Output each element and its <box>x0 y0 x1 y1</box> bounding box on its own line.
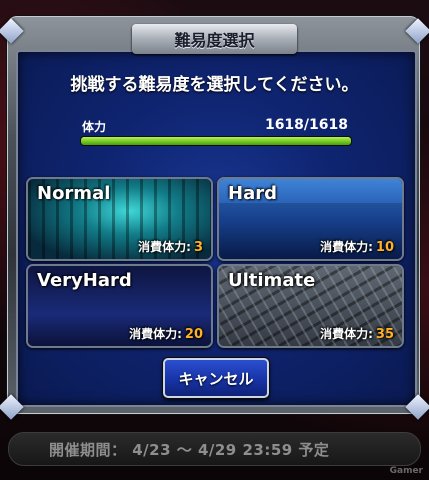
cancel-button-label: キャンセル <box>178 369 254 388</box>
difficulty-card-normal[interactable]: Normal 消費体力: 3 <box>26 177 213 261</box>
difficulty-name: Normal <box>37 183 111 204</box>
stamina-cost-label: 消費体力: <box>320 240 373 254</box>
dialog-title: 難易度選択 <box>174 31 255 50</box>
cancel-button[interactable]: キャンセル <box>163 358 269 398</box>
stamina-cost-value: 20 <box>184 327 203 342</box>
difficulty-card-hard[interactable]: Hard 消費体力: 10 <box>217 177 404 261</box>
stamina-cost-label: 消費体力: <box>129 327 182 341</box>
stamina-cost-value: 10 <box>375 240 394 255</box>
dialog-title-bar: 難易度選択 <box>132 24 297 54</box>
select-prompt: 挑戦する難易度を選択してください。 <box>70 75 359 95</box>
difficulty-card-veryhard[interactable]: VeryHard 消費体力: 20 <box>26 264 213 348</box>
stamina-cost-label: 消費体力: <box>320 327 373 341</box>
stamina-cost-value: 35 <box>375 327 394 342</box>
stamina-cost: 消費体力: 20 <box>129 325 203 342</box>
stamina-cost-value: 3 <box>193 240 203 255</box>
stamina-bar <box>80 136 352 146</box>
stamina-cost: 消費体力: 10 <box>320 238 394 255</box>
difficulty-name: Hard <box>228 183 277 204</box>
watermark-logo: Gamer <box>389 466 423 476</box>
difficulty-name: Ultimate <box>228 270 316 291</box>
difficulty-card-ultimate[interactable]: Ultimate 消費体力: 35 <box>217 264 404 348</box>
event-period-text: 開催期間： 4/23 〜 4/29 23:59 予定 <box>49 440 330 459</box>
stamina-cost: 消費体力: 35 <box>320 325 394 342</box>
stamina-bar-fill <box>81 137 351 145</box>
event-period-bar: 開催期間： 4/23 〜 4/29 23:59 予定 <box>8 432 421 466</box>
stamina-cost: 消費体力: 3 <box>138 238 203 255</box>
stamina-value: 1618/1618 <box>264 117 348 133</box>
stamina-cost-label: 消費体力: <box>138 240 191 254</box>
stamina-label: 体力 <box>82 120 107 134</box>
difficulty-name: VeryHard <box>37 270 132 291</box>
